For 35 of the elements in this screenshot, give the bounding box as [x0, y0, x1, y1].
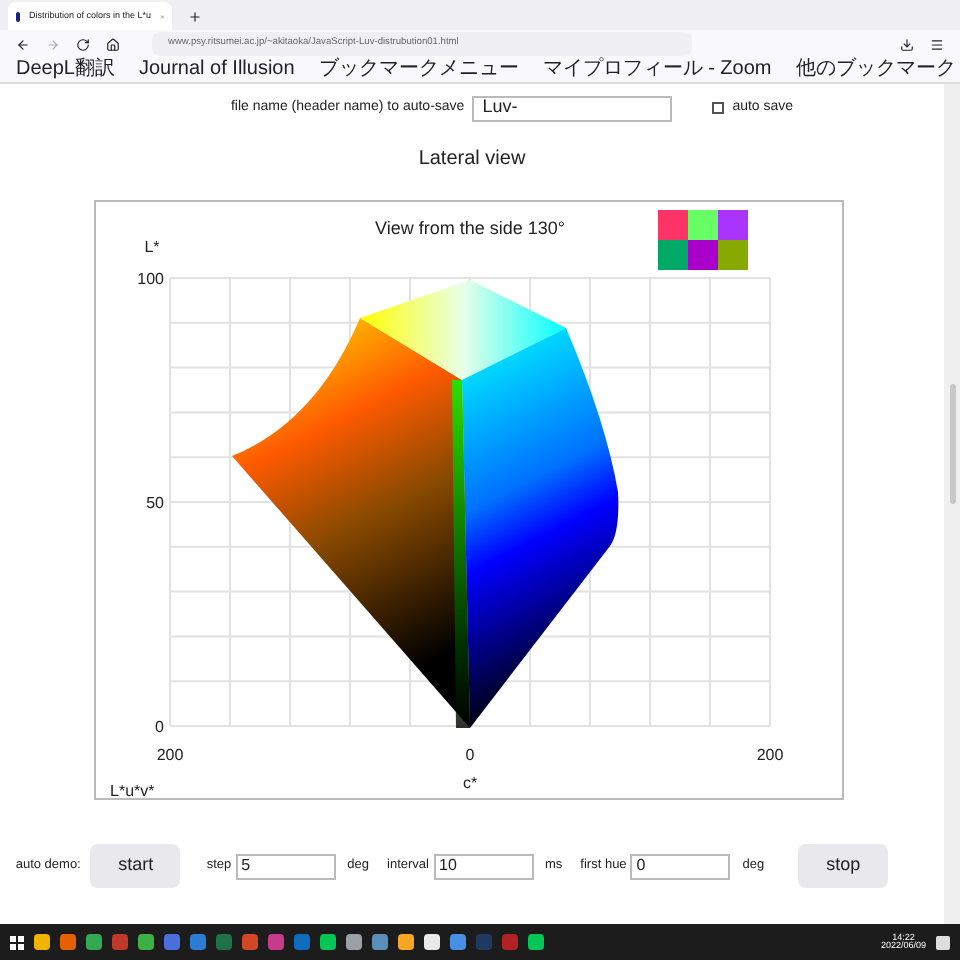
filename-input[interactable]: Luv-: [472, 95, 673, 121]
notification-icon[interactable]: [936, 935, 950, 949]
number-input[interactable]: 10: [433, 853, 533, 879]
stop-button[interactable]: stop: [798, 844, 889, 888]
menu-icon[interactable]: [930, 37, 944, 51]
section-heading: Lateral view: [418, 146, 526, 174]
hue-thumbnail: [657, 210, 747, 270]
y-axis-label: L*: [143, 238, 159, 256]
scrollbar[interactable]: [944, 84, 960, 924]
x-axis-label: c*: [461, 774, 477, 792]
autosave-checkbox[interactable]: [712, 102, 725, 114]
chart-title: View from the side 130°: [374, 218, 564, 238]
number-input[interactable]: 0: [630, 853, 731, 879]
bookmark-link[interactable]: ブックマークメニュー: [318, 60, 519, 80]
download-icon[interactable]: [900, 37, 914, 51]
y-tick-label: 0: [154, 718, 163, 736]
bookmark-link[interactable]: DeepL翻訳: [16, 60, 115, 80]
home-icon[interactable]: [106, 37, 120, 51]
bookmark-link[interactable]: 他のブックマーク: [795, 60, 956, 80]
bookmark-link[interactable]: Journal of Illusion: [138, 60, 295, 80]
start-button[interactable]: start: [90, 844, 181, 888]
windows-start-icon[interactable]: [10, 935, 24, 949]
color-space-label: L*u*v*: [109, 782, 154, 800]
x-tick-label: 200: [755, 746, 783, 764]
y-tick-label: 100: [136, 270, 163, 288]
site-icon: [16, 11, 21, 21]
forward-icon[interactable]: [46, 37, 60, 51]
x-tick-label: 0: [464, 746, 474, 764]
bookmark-link[interactable]: マイプロフィール - Zoom: [542, 60, 772, 80]
back-icon[interactable]: [16, 37, 30, 51]
reload-icon[interactable]: [76, 37, 90, 51]
x-tick-label: 200: [155, 746, 183, 764]
y-tick-label: 50: [145, 494, 163, 512]
number-input[interactable]: 5: [235, 853, 336, 879]
new-tab-icon[interactable]: [188, 10, 202, 24]
